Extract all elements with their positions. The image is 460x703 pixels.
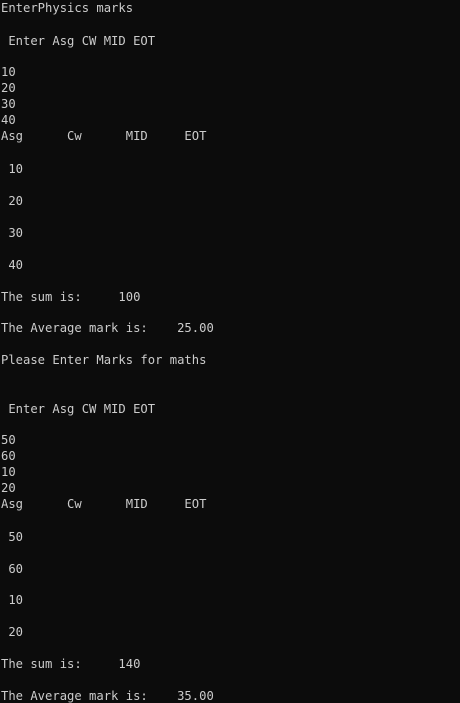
console-line-value: 20 [1, 625, 24, 639]
console-line-value: 20 [1, 194, 24, 208]
console-line-value: 40 [1, 258, 24, 272]
console-line-value: 50 [1, 530, 24, 544]
console-line-message: Please Enter Marks for maths [1, 353, 207, 367]
console-line-input: 10 [1, 465, 16, 479]
console-line-input: 20 [1, 481, 16, 495]
console-line-value: 30 [1, 226, 24, 240]
console-line-input: 60 [1, 449, 16, 463]
console-line-input: 50 [1, 433, 16, 447]
console-line-value: 10 [1, 593, 24, 607]
console-line-prompt: Enter Asg CW MID EOT [1, 402, 156, 416]
console-line-prompt: Enter Asg CW MID EOT [1, 34, 156, 48]
console-line-input: 20 [1, 81, 16, 95]
console-line-sum: The sum is: 100 [1, 290, 141, 304]
console-line-header: Asg Cw MID EOT [1, 129, 207, 143]
console-line-title: EnterPhysics marks [1, 1, 134, 15]
console-window[interactable]: EnterPhysics marks Enter Asg CW MID EOT … [0, 0, 460, 703]
console-line-sum: The sum is: 140 [1, 657, 141, 671]
console-line-value: 10 [1, 162, 24, 176]
console-line-input: 30 [1, 97, 16, 111]
console-line-input: 10 [1, 65, 16, 79]
console-line-header: Asg Cw MID EOT [1, 497, 207, 511]
console-line-average: The Average mark is: 35.00 [1, 689, 214, 703]
console-line-value: 60 [1, 562, 24, 576]
console-line-average: The Average mark is: 25.00 [1, 321, 214, 335]
console-line-input: 40 [1, 113, 16, 127]
